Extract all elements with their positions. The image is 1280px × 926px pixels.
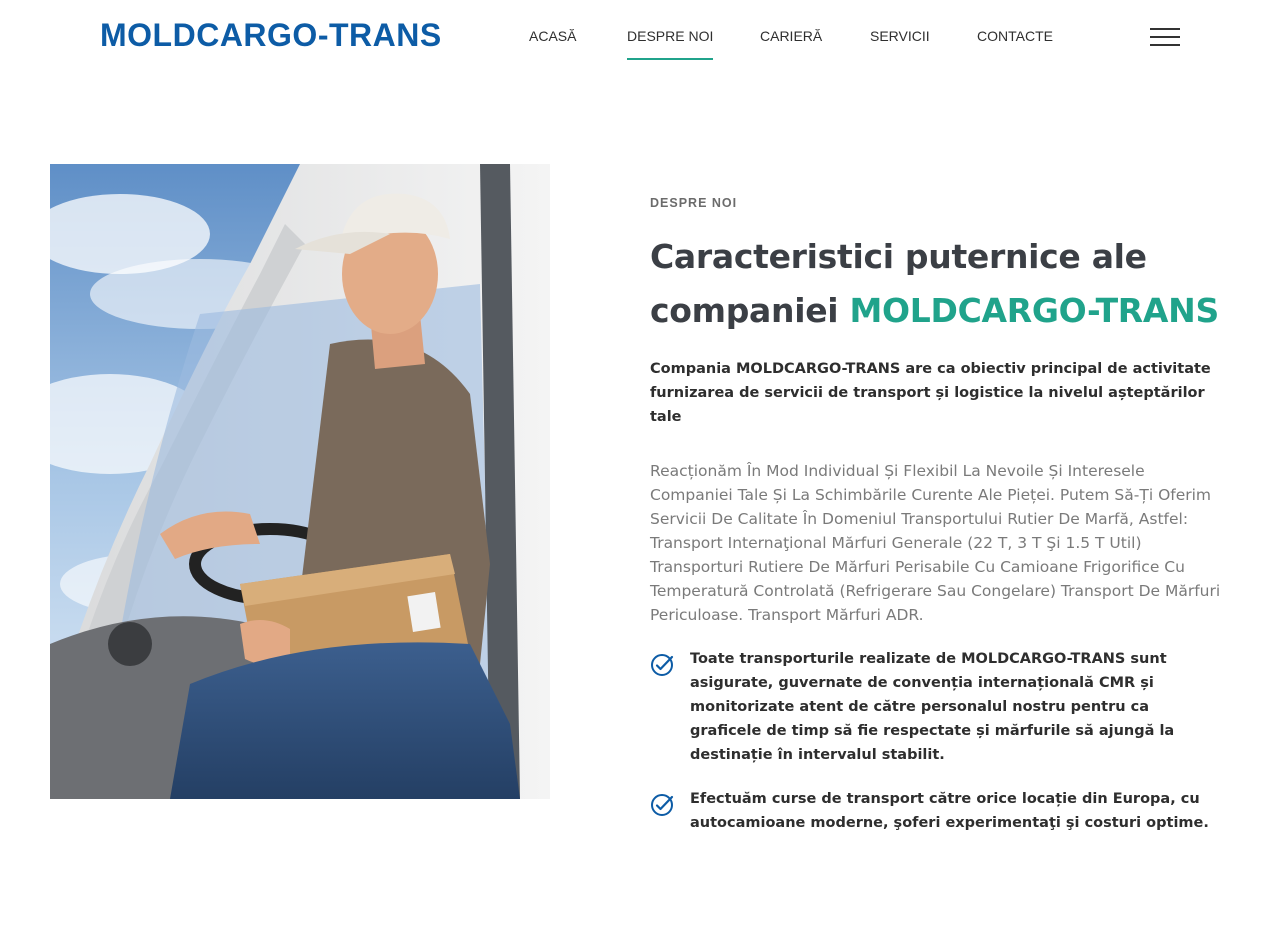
check-circle-icon xyxy=(651,794,674,816)
hamburger-menu-icon[interactable] xyxy=(1150,28,1180,46)
check-circle-icon xyxy=(651,654,674,676)
section-lead: Compania MOLDCARGO-TRANS are ca obiectiv… xyxy=(650,361,1211,425)
delivery-driver-photo xyxy=(50,164,550,799)
section-body: Reacționăm În Mod Individual Și Flexibil… xyxy=(650,462,1221,624)
section-title-accent: MOLDCARGO-TRANS xyxy=(849,291,1220,330)
feature-item: Efectuăm curse de transport către orice … xyxy=(650,787,1225,835)
feature-list: Toate transporturile realizate de MOLDCA… xyxy=(650,647,1230,835)
about-section: DESPRE NOI Caracteristici puternice ale … xyxy=(650,196,1230,855)
section-eyebrow: DESPRE NOI xyxy=(650,196,738,210)
nav-item-cariera[interactable]: CARIERĂ xyxy=(760,28,822,60)
nav-item-despre-noi[interactable]: DESPRE NOI xyxy=(627,28,714,60)
feature-text: Toate transporturile realizate de MOLDCA… xyxy=(690,651,1175,763)
site-header: MOLDCARGO-TRANS ACASĂ DESPRE NOI CARIERĂ… xyxy=(0,0,1280,74)
nav-item-servicii[interactable]: SERVICII xyxy=(870,28,930,60)
nav-item-acasa[interactable]: ACASĂ xyxy=(529,28,576,60)
site-logo[interactable]: MOLDCARGO-TRANS xyxy=(100,17,442,54)
nav-item-contacte[interactable]: CONTACTE xyxy=(977,28,1053,60)
feature-item: Toate transporturile realizate de MOLDCA… xyxy=(650,647,1225,767)
section-title: Caracteristici puternice ale companiei M… xyxy=(650,230,1230,338)
feature-text: Efectuăm curse de transport către orice … xyxy=(690,791,1209,831)
